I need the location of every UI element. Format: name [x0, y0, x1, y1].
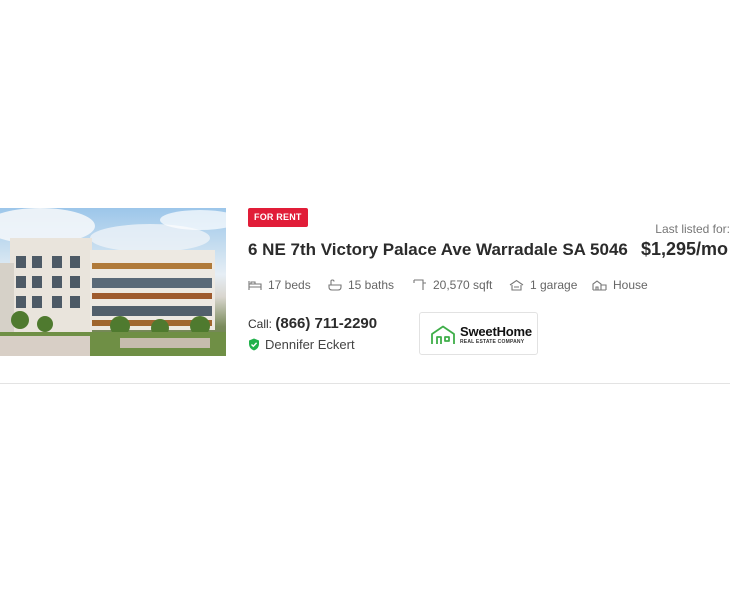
listing-divider — [0, 383, 730, 384]
bed-icon — [248, 281, 262, 290]
listing-photo[interactable] — [0, 208, 226, 356]
building-image — [0, 208, 226, 356]
call-label: Call: — [248, 317, 273, 331]
area-icon — [413, 279, 426, 290]
verified-shield-icon — [249, 338, 259, 351]
feature-type: House — [592, 278, 648, 292]
agent-name[interactable]: Dennifer Eckert — [265, 337, 355, 352]
house-icon — [592, 280, 607, 291]
feature-garage: 1 garage — [509, 278, 577, 292]
feature-beds: 17 beds — [248, 278, 311, 292]
last-listed-label: Last listed for: — [655, 222, 730, 236]
sweethome-house-icon — [431, 325, 455, 344]
listing-title[interactable]: 6 NE 7th Victory Palace Ave Warradale SA… — [248, 240, 628, 260]
listing-card[interactable]: FOR RENT 6 NE 7th Victory Palace Ave War… — [0, 208, 730, 356]
baths-label: 15 baths — [348, 278, 395, 292]
beds-label: 17 beds — [268, 278, 311, 292]
call-line: Call: (866) 711-2290 — [248, 315, 377, 332]
for-rent-badge: FOR RENT — [248, 208, 308, 227]
agency-logo-tagline: REAL ESTATE COMPANY — [460, 339, 525, 345]
sqft-label: 20,570 sqft — [433, 278, 493, 292]
feature-sqft: 20,570 sqft — [413, 278, 492, 292]
listing-price: $1,295/mo — [641, 239, 729, 259]
garage-label: 1 garage — [530, 278, 578, 292]
agent-line: Dennifer Eckert — [248, 337, 355, 352]
feature-baths: 15 baths — [328, 278, 394, 292]
agency-logo[interactable]: SweetHome REAL ESTATE COMPANY — [419, 312, 538, 355]
garage-icon — [509, 279, 524, 291]
phone-number[interactable]: (866) 711-2290 — [275, 315, 377, 332]
type-label: House — [613, 278, 648, 292]
agency-logo-name: SweetHome — [460, 324, 532, 339]
bath-icon — [328, 279, 342, 291]
